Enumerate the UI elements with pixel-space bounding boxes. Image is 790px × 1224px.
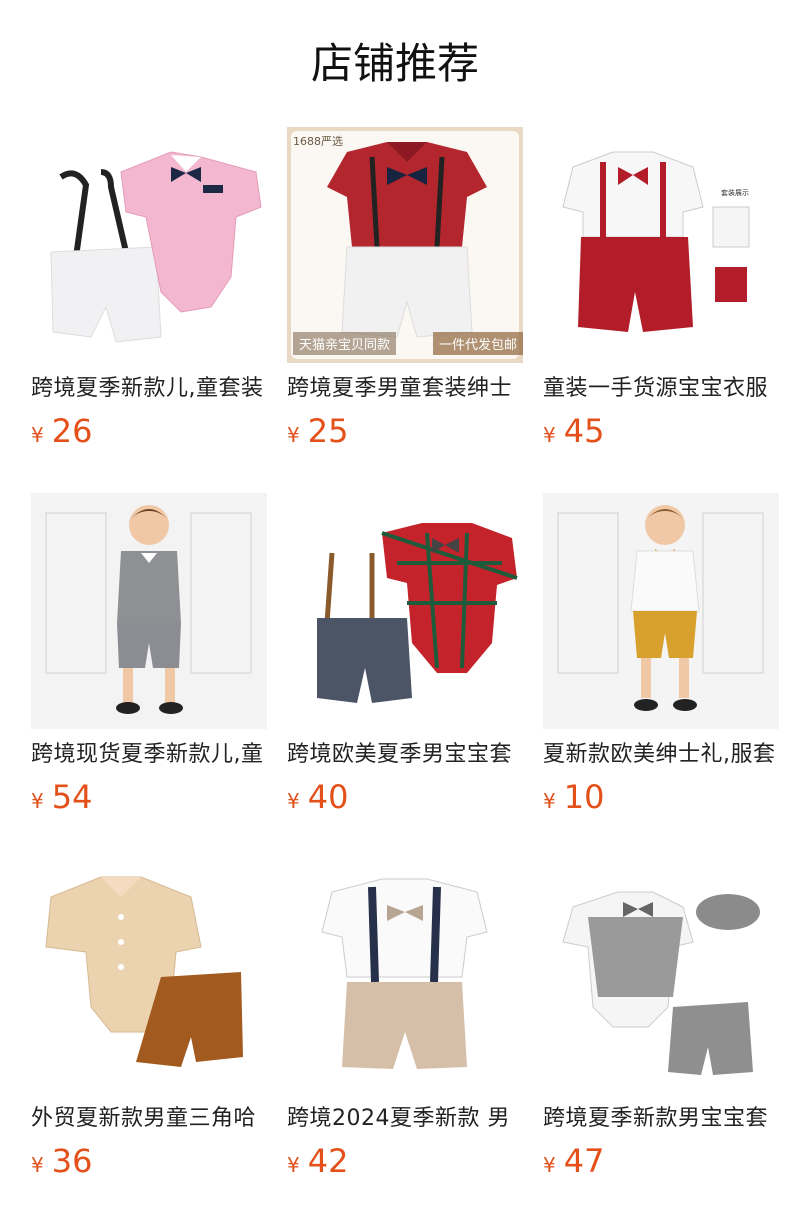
svg-text:套装展示: 套装展示	[721, 188, 749, 197]
page-title: 店铺推荐	[310, 39, 479, 88]
product-price: ¥10	[543, 777, 779, 817]
price-value: 10	[563, 778, 605, 816]
product-price: ¥42	[287, 1141, 523, 1181]
currency-symbol: ¥	[543, 1153, 556, 1177]
product-name[interactable]: 跨境2024夏季新款 男	[287, 1105, 523, 1133]
product-price: ¥25	[287, 411, 523, 451]
product-price: ¥54	[31, 777, 267, 817]
price-value: 40	[307, 778, 349, 816]
product-image[interactable]	[31, 493, 267, 729]
product-image[interactable]	[287, 493, 523, 729]
product-card[interactable]: 套装展示 童装一手货源宝宝衣服 ¥45	[543, 127, 779, 451]
price-value: 25	[307, 412, 349, 450]
currency-symbol: ¥	[543, 789, 556, 813]
price-value: 26	[51, 412, 93, 450]
product-name[interactable]: 跨境欧美夏季男宝宝套	[287, 741, 523, 769]
product-name[interactable]: 童装一手货源宝宝衣服	[543, 375, 779, 403]
product-price: ¥36	[31, 1141, 267, 1181]
product-price: ¥47	[543, 1141, 779, 1181]
badge-1688: 1688严选	[293, 135, 343, 148]
product-price: ¥40	[287, 777, 523, 817]
product-card[interactable]: 跨境2024夏季新款 男 ¥42	[287, 857, 523, 1181]
badge-shipping: 一件代发包邮	[432, 332, 523, 355]
price-value: 54	[51, 778, 93, 816]
product-image[interactable]	[31, 857, 267, 1093]
product-name[interactable]: 外贸夏新款男童三角哈	[31, 1105, 267, 1133]
product-name[interactable]: 跨境夏季新款儿,童套装	[31, 375, 267, 403]
product-card[interactable]: 外贸夏新款男童三角哈 ¥36	[31, 857, 267, 1181]
badge-tmall: 天猫亲宝贝同款	[293, 332, 397, 355]
product-card[interactable]: 夏新款欧美绅士礼,服套 ¥10	[543, 493, 779, 817]
product-card[interactable]: 跨境欧美夏季男宝宝套 ¥40	[287, 493, 523, 817]
currency-symbol: ¥	[543, 423, 556, 447]
product-image[interactable]: 套装展示	[543, 127, 779, 363]
product-image[interactable]	[287, 857, 523, 1093]
product-image[interactable]	[543, 493, 779, 729]
price-value: 36	[51, 1142, 93, 1180]
product-image[interactable]	[31, 127, 267, 363]
currency-symbol: ¥	[287, 789, 300, 813]
product-card[interactable]: 1688严选 天猫亲宝贝同款 一件代发包邮 跨境夏季男童套装绅士 ¥25	[287, 127, 523, 451]
price-value: 47	[563, 1142, 605, 1180]
product-name[interactable]: 跨境夏季男童套装绅士	[287, 375, 523, 403]
price-value: 45	[563, 412, 605, 450]
currency-symbol: ¥	[287, 1153, 300, 1177]
currency-symbol: ¥	[31, 1153, 44, 1177]
price-value: 42	[307, 1142, 349, 1180]
product-price: ¥45	[543, 411, 779, 451]
currency-symbol: ¥	[31, 423, 44, 447]
product-name[interactable]: 跨境夏季新款男宝宝套	[543, 1105, 779, 1133]
product-name[interactable]: 夏新款欧美绅士礼,服套	[543, 741, 779, 769]
product-image[interactable]	[543, 857, 779, 1093]
product-price: ¥26	[31, 411, 267, 451]
product-card[interactable]: 跨境现货夏季新款儿,童 ¥54	[31, 493, 267, 817]
product-card[interactable]: 跨境夏季新款儿,童套装 ¥26	[31, 127, 267, 451]
currency-symbol: ¥	[31, 789, 44, 813]
currency-symbol: ¥	[287, 423, 300, 447]
product-name[interactable]: 跨境现货夏季新款儿,童	[31, 741, 267, 769]
product-image[interactable]: 1688严选 天猫亲宝贝同款 一件代发包邮	[287, 127, 523, 363]
product-card[interactable]: 跨境夏季新款男宝宝套 ¥47	[543, 857, 779, 1181]
